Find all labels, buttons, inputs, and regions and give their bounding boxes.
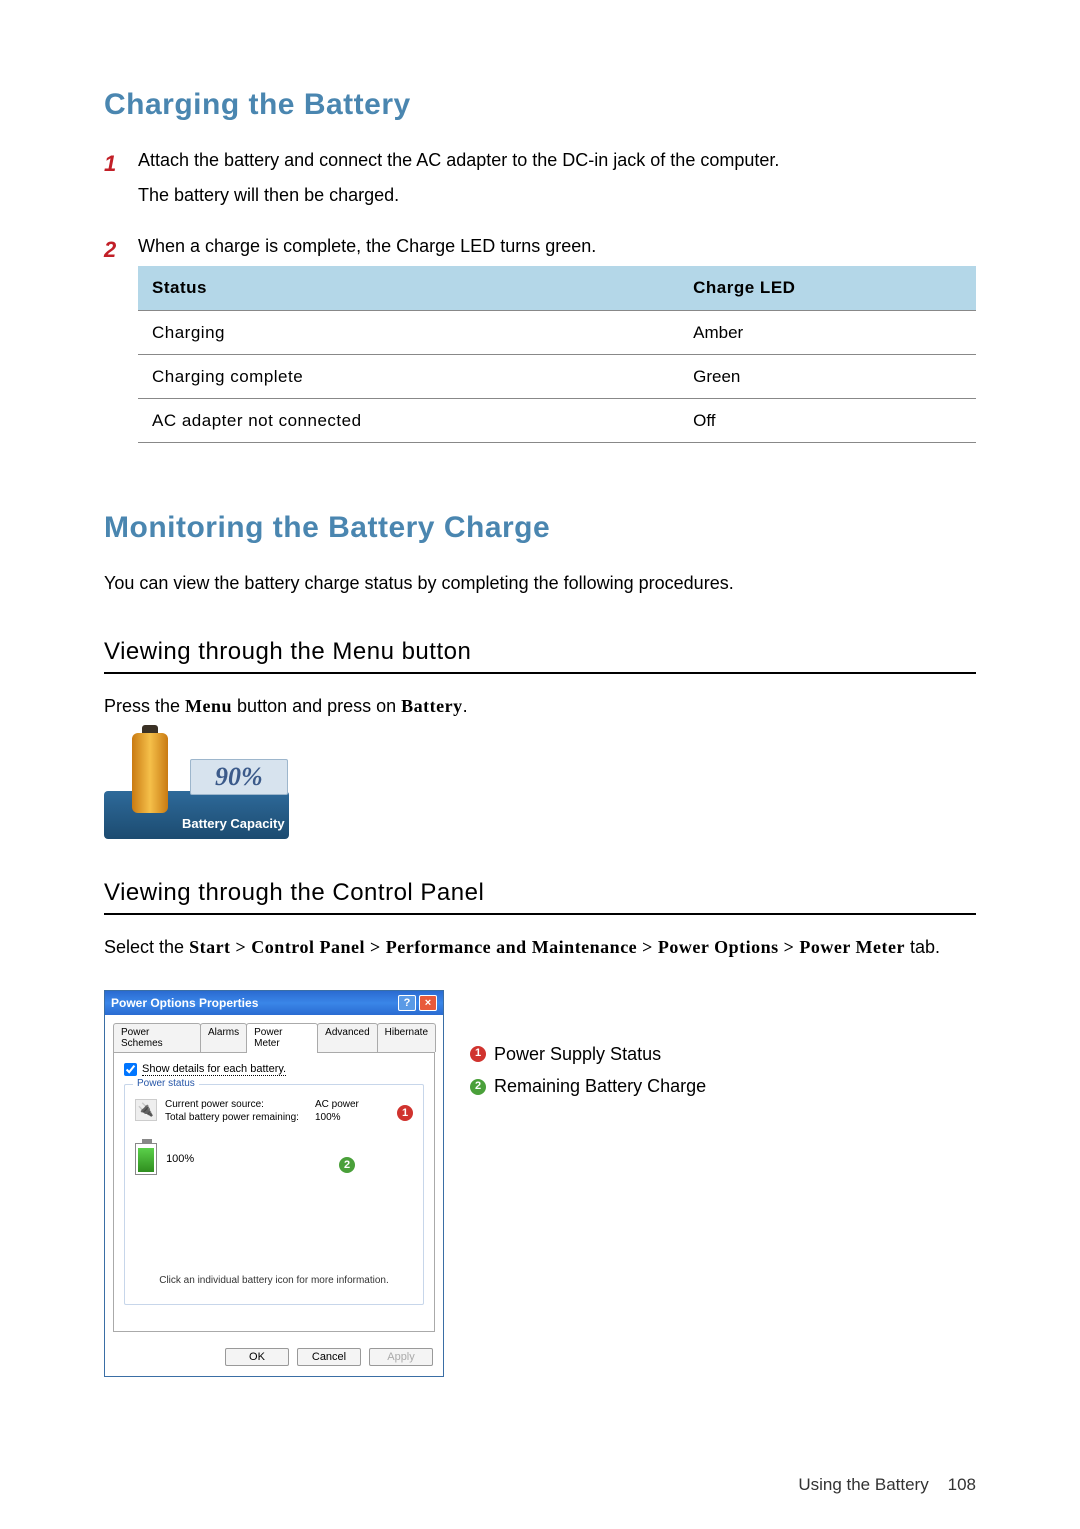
text: tab. — [905, 937, 940, 957]
steps-list: 1 Attach the battery and connect the AC … — [104, 146, 976, 467]
td-status: Charging complete — [138, 354, 679, 398]
dialog-tabs: Power Schemes Alarms Power Meter Advance… — [105, 1015, 443, 1052]
dialog-titlebar: Power Options Properties ? × — [105, 991, 443, 1015]
text: Select the — [104, 937, 189, 957]
step-2: 2 When a charge is complete, the Charge … — [104, 232, 976, 468]
tab-power-meter[interactable]: Power Meter — [246, 1023, 318, 1053]
cancel-button[interactable]: Cancel — [297, 1348, 361, 1366]
td-led: Amber — [679, 310, 976, 354]
tab-power-schemes[interactable]: Power Schemes — [113, 1023, 201, 1052]
close-button[interactable]: × — [419, 995, 437, 1011]
dialog-hint: Click an individual battery icon for mor… — [135, 1275, 413, 1286]
footer-section: Using the Battery — [798, 1475, 928, 1494]
battery-word: Battery — [401, 696, 462, 716]
tab-advanced[interactable]: Advanced — [317, 1023, 377, 1052]
charge-led-table: Status Charge LED Charging Amber Chargin… — [138, 266, 976, 443]
td-led: Green — [679, 354, 976, 398]
dialog-title: Power Options Properties — [111, 996, 258, 1010]
battery-capacity-widget: 90% Battery Capacity — [104, 729, 289, 839]
control-panel-instruction: Select the Start > Control Panel > Perfo… — [104, 933, 976, 962]
checkbox-input[interactable] — [124, 1063, 137, 1076]
td-led: Off — [679, 398, 976, 442]
menu-button-instruction: Press the Menu button and press on Batte… — [104, 692, 976, 721]
heading-charging: Charging the Battery — [104, 88, 976, 122]
callout-badge-1: 1 — [470, 1046, 486, 1062]
ok-button[interactable]: OK — [225, 1348, 289, 1366]
row-value: 100% — [315, 1112, 359, 1123]
table-row: Charging complete Green — [138, 354, 976, 398]
battery-percent-small: 100% — [166, 1152, 194, 1164]
battery-percent: 90% — [190, 759, 288, 795]
text: Press the — [104, 696, 185, 716]
footer-page: 108 — [948, 1475, 976, 1494]
apply-button[interactable]: Apply — [369, 1348, 433, 1366]
callout-badge-2: 2 — [470, 1079, 486, 1095]
power-options-dialog: Power Options Properties ? × Power Schem… — [104, 990, 444, 1377]
battery-entry[interactable]: 100% — [135, 1143, 413, 1175]
step-body: When a charge is complete, the Charge LE… — [138, 232, 976, 468]
callout-1: 1 — [397, 1105, 413, 1121]
step-text: Attach the battery and connect the AC ad… — [138, 146, 976, 175]
tab-alarms[interactable]: Alarms — [200, 1023, 247, 1052]
help-button[interactable]: ? — [398, 995, 416, 1011]
step-number: 2 — [104, 232, 138, 468]
table-row: Charging Amber — [138, 310, 976, 354]
callout-legend: 1 Power Supply Status 2 Remaining Batter… — [470, 990, 706, 1106]
th-charge-led: Charge LED — [679, 266, 976, 310]
nav-path: Start > Control Panel > Performance and … — [189, 937, 905, 957]
text: button and press on — [232, 696, 401, 716]
callout-2: 2 — [339, 1157, 355, 1173]
tab-body: Show details for each battery. Power sta… — [113, 1052, 435, 1332]
battery-small-icon — [135, 1143, 157, 1175]
step-body: Attach the battery and connect the AC ad… — [138, 146, 976, 216]
battery-capacity-label: Battery Capacity — [182, 816, 285, 831]
dialog-buttons: OK Cancel Apply — [105, 1340, 443, 1376]
step-text: The battery will then be charged. — [138, 181, 976, 210]
heading-monitoring: Monitoring the Battery Charge — [104, 511, 976, 545]
legend-label: Remaining Battery Charge — [494, 1072, 706, 1101]
fieldset-legend: Power status — [133, 1078, 199, 1089]
legend-label: Power Supply Status — [494, 1040, 661, 1069]
monitoring-intro: You can view the battery charge status b… — [104, 569, 976, 598]
td-status: Charging — [138, 310, 679, 354]
heading-menu-button: Viewing through the Menu button — [104, 638, 976, 674]
step-text: When a charge is complete, the Charge LE… — [138, 232, 976, 261]
battery-icon — [132, 733, 168, 813]
menu-word: Menu — [185, 696, 232, 716]
plug-icon: 🔌 — [135, 1099, 157, 1121]
heading-control-panel: Viewing through the Control Panel — [104, 879, 976, 915]
text: . — [463, 696, 468, 716]
step-1: 1 Attach the battery and connect the AC … — [104, 146, 976, 216]
row-label: Current power source: — [165, 1099, 299, 1110]
step-number: 1 — [104, 146, 138, 216]
td-status: AC adapter not connected — [138, 398, 679, 442]
checkbox-label: Show details for each battery. — [142, 1063, 286, 1076]
row-label: Total battery power remaining: — [165, 1112, 299, 1123]
table-row: AC adapter not connected Off — [138, 398, 976, 442]
legend-item-2: 2 Remaining Battery Charge — [470, 1072, 706, 1101]
show-details-checkbox[interactable]: Show details for each battery. — [124, 1063, 424, 1076]
tab-hibernate[interactable]: Hibernate — [377, 1023, 436, 1052]
power-status-fieldset: Power status 1 🔌 Current power source: A… — [124, 1084, 424, 1305]
th-status: Status — [138, 266, 679, 310]
row-value: AC power — [315, 1099, 359, 1110]
page-footer: Using the Battery 108 — [798, 1475, 976, 1495]
legend-item-1: 1 Power Supply Status — [470, 1040, 706, 1069]
